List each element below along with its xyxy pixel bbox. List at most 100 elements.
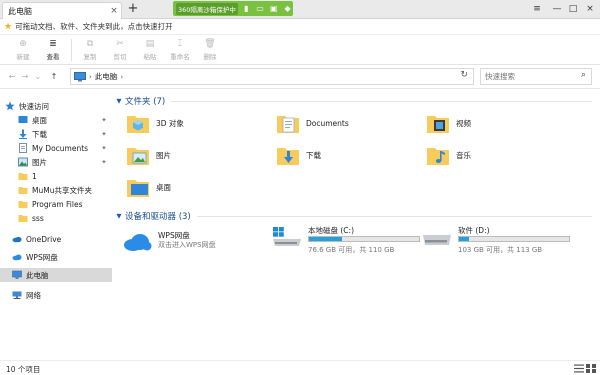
sandbox-window-icon[interactable]: ▣ bbox=[268, 3, 279, 14]
onedrive-icon bbox=[12, 236, 22, 243]
navigation-pane: 快速访问 桌面 ✦ 下载 ✦ My Documents ✦ 图片 ✦ 1 MuM… bbox=[0, 95, 112, 360]
tab-close-icon[interactable]: × bbox=[107, 6, 121, 16]
tiles-view-icon[interactable] bbox=[586, 364, 596, 373]
sidebar-item-label: 快速访问 bbox=[19, 101, 49, 111]
this-pc-icon bbox=[12, 270, 22, 279]
sidebar-item-sss[interactable]: sss bbox=[0, 211, 112, 225]
folder-tile-label: Documents bbox=[306, 118, 349, 128]
documents-folder-icon bbox=[277, 116, 299, 133]
sidebar-item-this-pc[interactable]: 此电脑 bbox=[0, 268, 112, 282]
new-button-label: 新建 bbox=[16, 53, 30, 61]
new-button[interactable]: ⊕ 新建 bbox=[8, 35, 38, 65]
chevron-down-icon[interactable]: ▼ bbox=[113, 212, 125, 220]
forward-button[interactable]: → bbox=[19, 70, 31, 84]
history-dropdown-button[interactable]: ⌄ bbox=[32, 70, 44, 84]
rename-icon: ⌶ bbox=[177, 39, 183, 49]
folder-icon bbox=[18, 215, 28, 222]
device-tile-local-disk-c[interactable]: 本地磁盘 (C:) 76.6 GB 可用，共 110 GB bbox=[272, 225, 432, 259]
disk-usage-fill bbox=[309, 237, 343, 241]
address-path-segment[interactable]: 此电脑 bbox=[95, 71, 118, 82]
folder-tile-label: 下载 bbox=[306, 150, 321, 160]
sidebar-item-downloads[interactable]: 下载 ✦ bbox=[0, 127, 112, 141]
sandbox-pin-icon[interactable]: ▮ bbox=[241, 3, 252, 14]
drive-icon bbox=[423, 235, 451, 245]
devices-group-title: 设备和驱动器 (3) bbox=[125, 212, 191, 222]
search-icon[interactable]: ⌕ bbox=[581, 70, 586, 80]
sandbox-toolbar: 360隔离沙箱保护中 ▮ ▭ ▣ ◆ bbox=[173, 1, 293, 16]
pin-icon[interactable]: ✦ bbox=[99, 130, 109, 138]
sidebar-item-pictures[interactable]: 图片 ✦ bbox=[0, 155, 112, 169]
pin-icon[interactable]: ✦ bbox=[99, 158, 109, 166]
folder-tile-music[interactable]: 音乐 bbox=[426, 141, 566, 169]
details-view-icon[interactable] bbox=[574, 364, 584, 373]
close-button[interactable]: × bbox=[580, 0, 600, 19]
folder-tile-pictures[interactable]: 图片 bbox=[126, 141, 266, 169]
rename-button[interactable]: ⌶ 重命名 bbox=[165, 35, 195, 65]
device-name: WPS网盘 bbox=[158, 231, 190, 240]
sidebar-item-my-documents[interactable]: My Documents ✦ bbox=[0, 141, 112, 155]
copy-button[interactable]: ⧉ 复制 bbox=[75, 35, 105, 65]
folder-tile-downloads[interactable]: 下载 bbox=[276, 141, 416, 169]
sidebar-item-label: OneDrive bbox=[26, 234, 62, 244]
sidebar-item-program-files[interactable]: Program Files bbox=[0, 197, 112, 211]
sandbox-folder-icon[interactable]: ▭ bbox=[255, 3, 266, 14]
refresh-icon[interactable]: ↻ bbox=[460, 70, 468, 80]
sidebar-item-label: My Documents bbox=[32, 143, 89, 153]
back-button[interactable]: ← bbox=[6, 70, 18, 84]
address-bar[interactable]: › 此电脑 › ↻ bbox=[70, 68, 474, 85]
sandbox-shield-icon[interactable]: ◆ bbox=[282, 3, 293, 14]
pictures-icon bbox=[18, 157, 28, 167]
paste-icon: ▤ bbox=[145, 39, 155, 49]
sidebar-item-network[interactable]: 网络 bbox=[0, 288, 112, 302]
tab-label: 此电脑 bbox=[8, 6, 32, 16]
address-chevron-icon[interactable]: › bbox=[120, 73, 123, 81]
cut-icon: ✂ bbox=[116, 39, 124, 49]
device-details: 本地磁盘 (C:) 76.6 GB 可用，共 110 GB bbox=[308, 225, 420, 255]
menu-button[interactable]: ≡ bbox=[527, 0, 547, 19]
search-box[interactable]: ⌕ bbox=[480, 68, 592, 85]
content-pane: ▼ 文件夹 (7) 3D 对象 Documents 视频 图片 下载 音乐 桌面… bbox=[113, 89, 600, 360]
cut-button-label: 剪切 bbox=[113, 53, 127, 61]
new-tab-button[interactable]: + bbox=[126, 1, 140, 17]
group-divider bbox=[171, 100, 592, 102]
sidebar-item-quick-access[interactable]: 快速访问 bbox=[0, 99, 112, 113]
search-input[interactable] bbox=[485, 72, 575, 81]
delete-button[interactable]: 🗑 删除 bbox=[195, 35, 225, 65]
desktop-folder-icon bbox=[127, 180, 149, 197]
cut-button[interactable]: ✂ 剪切 bbox=[105, 35, 135, 65]
sidebar-item-onedrive[interactable]: OneDrive bbox=[0, 232, 112, 246]
devices-group-header[interactable]: ▼ 设备和驱动器 (3) bbox=[113, 209, 600, 223]
tab-this-pc[interactable]: 此电脑 × bbox=[2, 2, 122, 19]
disk-usage-bar bbox=[308, 236, 420, 242]
sidebar-item-desktop[interactable]: 桌面 ✦ bbox=[0, 113, 112, 127]
sidebar-item-wps-cloud[interactable]: WPS网盘 bbox=[0, 250, 112, 264]
item-count: 10 个项目 bbox=[6, 365, 41, 374]
sidebar-item-label: MuMu共享文件夹 bbox=[32, 185, 92, 195]
sidebar-item-folder-1[interactable]: 1 bbox=[0, 169, 112, 183]
address-chevron-icon[interactable]: › bbox=[89, 73, 92, 81]
sidebar-item-label: WPS网盘 bbox=[26, 252, 58, 262]
tip-text: 可拖动文档、软件、文件夹到此，点击快速打开 bbox=[15, 22, 173, 31]
star-icon: ★ bbox=[4, 21, 13, 32]
rename-button-label: 重命名 bbox=[170, 53, 190, 61]
folder-tile-documents[interactable]: Documents bbox=[276, 109, 416, 137]
view-button[interactable]: ≣ 查看 bbox=[38, 35, 68, 65]
device-details: 软件 (D:) 103 GB 可用，共 113 GB bbox=[458, 225, 570, 255]
sidebar-item-label: 网络 bbox=[26, 290, 41, 300]
folder-tile-videos[interactable]: 视频 bbox=[426, 109, 566, 137]
folders-group-header[interactable]: ▼ 文件夹 (7) bbox=[113, 94, 600, 108]
folder-tile-3d-objects[interactable]: 3D 对象 bbox=[126, 109, 266, 137]
paste-button[interactable]: ▤ 粘贴 bbox=[135, 35, 165, 65]
pin-icon[interactable]: ✦ bbox=[99, 144, 109, 152]
view-icon: ≣ bbox=[49, 39, 57, 49]
wps-cloud-drive-icon bbox=[124, 234, 152, 251]
device-tile-software-d[interactable]: 软件 (D:) 103 GB 可用，共 113 GB bbox=[422, 225, 582, 259]
device-tile-wps-cloud[interactable]: WPS网盘 双击进入WPS网盘 bbox=[122, 230, 282, 264]
pin-icon[interactable]: ✦ bbox=[99, 116, 109, 124]
folder-tile-desktop[interactable]: 桌面 bbox=[126, 173, 266, 201]
up-button[interactable]: ↑ bbox=[48, 70, 60, 84]
chevron-down-icon[interactable]: ▼ bbox=[113, 97, 125, 105]
this-pc-icon bbox=[74, 71, 86, 81]
pictures-folder-icon bbox=[127, 148, 149, 165]
sidebar-item-mumu-shared[interactable]: MuMu共享文件夹 bbox=[0, 183, 112, 197]
